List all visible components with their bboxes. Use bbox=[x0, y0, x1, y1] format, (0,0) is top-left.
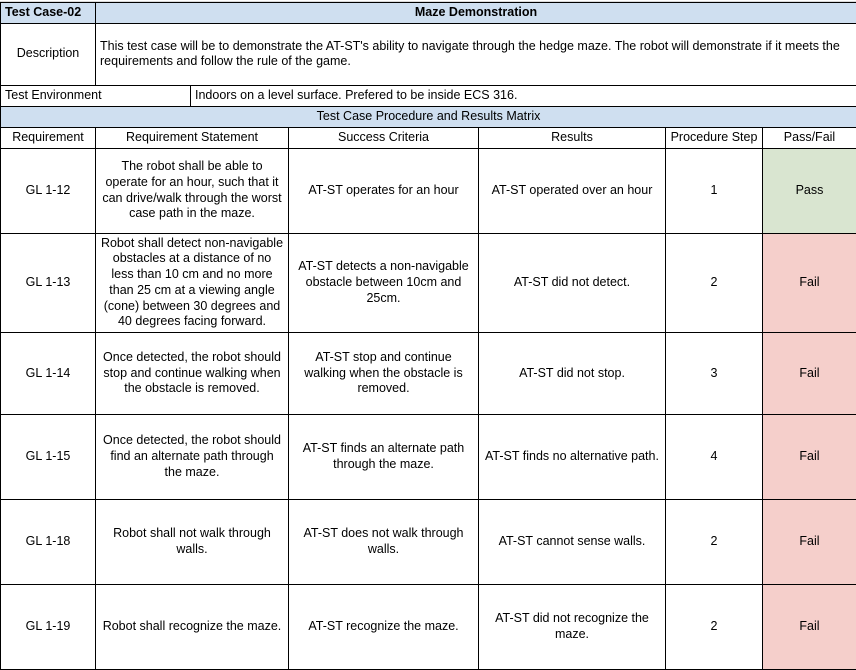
cell-requirement: GL 1-12 bbox=[1, 148, 96, 233]
matrix-banner: Test Case Procedure and Results Matrix bbox=[1, 106, 856, 127]
environment-label: Test Environment bbox=[1, 85, 191, 106]
test-case-label: Test Case-02 bbox=[1, 3, 96, 24]
description-text: This test case will be to demonstrate th… bbox=[96, 23, 856, 85]
cell-procedure-step: 2 bbox=[666, 500, 763, 585]
cell-requirement: GL 1-19 bbox=[1, 585, 96, 670]
cell-requirement: GL 1-15 bbox=[1, 415, 96, 500]
environment-row: Test Environment Indoors on a level surf… bbox=[1, 85, 856, 106]
table-row[interactable]: GL 1-19Robot shall recognize the maze.AT… bbox=[1, 585, 856, 670]
column-header-results: Results bbox=[479, 127, 666, 148]
column-header-pass-fail: Pass/Fail bbox=[763, 127, 856, 148]
cell-results: AT-ST did not detect. bbox=[479, 233, 666, 333]
cell-success-criteria: AT-ST recognize the maze. bbox=[289, 585, 479, 670]
table-row[interactable]: GL 1-12The robot shall be able to operat… bbox=[1, 148, 856, 233]
matrix-header-row: Requirement Requirement Statement Succes… bbox=[1, 127, 856, 148]
cell-requirement-statement: Robot shall recognize the maze. bbox=[96, 585, 289, 670]
cell-procedure-step: 1 bbox=[666, 148, 763, 233]
status-badge: Fail bbox=[763, 500, 856, 585]
cell-results: AT-ST finds no alternative path. bbox=[479, 415, 666, 500]
cell-requirement-statement: Robot shall not walk through walls. bbox=[96, 500, 289, 585]
title-row: Test Case-02 Maze Demonstration bbox=[1, 3, 856, 24]
cell-results: AT-ST did not recognize the maze. bbox=[479, 585, 666, 670]
cell-requirement-statement: The robot shall be able to operate for a… bbox=[96, 148, 289, 233]
cell-requirement: GL 1-18 bbox=[1, 500, 96, 585]
status-badge: Fail bbox=[763, 415, 856, 500]
cell-requirement-statement: Once detected, the robot should find an … bbox=[96, 415, 289, 500]
cell-success-criteria: AT-ST detects a non-navigable obstacle b… bbox=[289, 233, 479, 333]
cell-procedure-step: 4 bbox=[666, 415, 763, 500]
table-row[interactable]: GL 1-14Once detected, the robot should s… bbox=[1, 333, 856, 415]
cell-success-criteria: AT-ST operates for an hour bbox=[289, 148, 479, 233]
cell-procedure-step: 2 bbox=[666, 233, 763, 333]
cell-success-criteria: AT-ST finds an alternate path through th… bbox=[289, 415, 479, 500]
status-badge: Fail bbox=[763, 233, 856, 333]
description-label: Description bbox=[1, 23, 96, 85]
cell-requirement: GL 1-13 bbox=[1, 233, 96, 333]
cell-procedure-step: 2 bbox=[666, 585, 763, 670]
cell-success-criteria: AT-ST does not walk through walls. bbox=[289, 500, 479, 585]
environment-value: Indoors on a level surface. Prefered to … bbox=[191, 85, 856, 106]
table-row[interactable]: GL 1-15Once detected, the robot should f… bbox=[1, 415, 856, 500]
cell-results: AT-ST operated over an hour bbox=[479, 148, 666, 233]
test-case-table: Test Case-02 Maze Demonstration Descript… bbox=[0, 2, 856, 670]
cell-success-criteria: AT-ST stop and continue walking when the… bbox=[289, 333, 479, 415]
column-header-requirement: Requirement bbox=[1, 127, 96, 148]
status-badge: Fail bbox=[763, 333, 856, 415]
table-row[interactable]: GL 1-18Robot shall not walk through wall… bbox=[1, 500, 856, 585]
cell-procedure-step: 3 bbox=[666, 333, 763, 415]
demo-title: Maze Demonstration bbox=[96, 3, 856, 24]
column-header-requirement-statement: Requirement Statement bbox=[96, 127, 289, 148]
table-row[interactable]: GL 1-13Robot shall detect non-navigable … bbox=[1, 233, 856, 333]
cell-requirement: GL 1-14 bbox=[1, 333, 96, 415]
test-case-sheet: Test Case-02 Maze Demonstration Descript… bbox=[0, 0, 856, 665]
cell-requirement-statement: Once detected, the robot should stop and… bbox=[96, 333, 289, 415]
status-badge: Fail bbox=[763, 585, 856, 670]
cell-results: AT-ST cannot sense walls. bbox=[479, 500, 666, 585]
cell-requirement-statement: Robot shall detect non-navigable obstacl… bbox=[96, 233, 289, 333]
cell-results: AT-ST did not stop. bbox=[479, 333, 666, 415]
matrix-banner-row: Test Case Procedure and Results Matrix bbox=[1, 106, 856, 127]
column-header-success-criteria: Success Criteria bbox=[289, 127, 479, 148]
description-row: Description This test case will be to de… bbox=[1, 23, 856, 85]
status-badge: Pass bbox=[763, 148, 856, 233]
column-header-procedure-step: Procedure Step bbox=[666, 127, 763, 148]
